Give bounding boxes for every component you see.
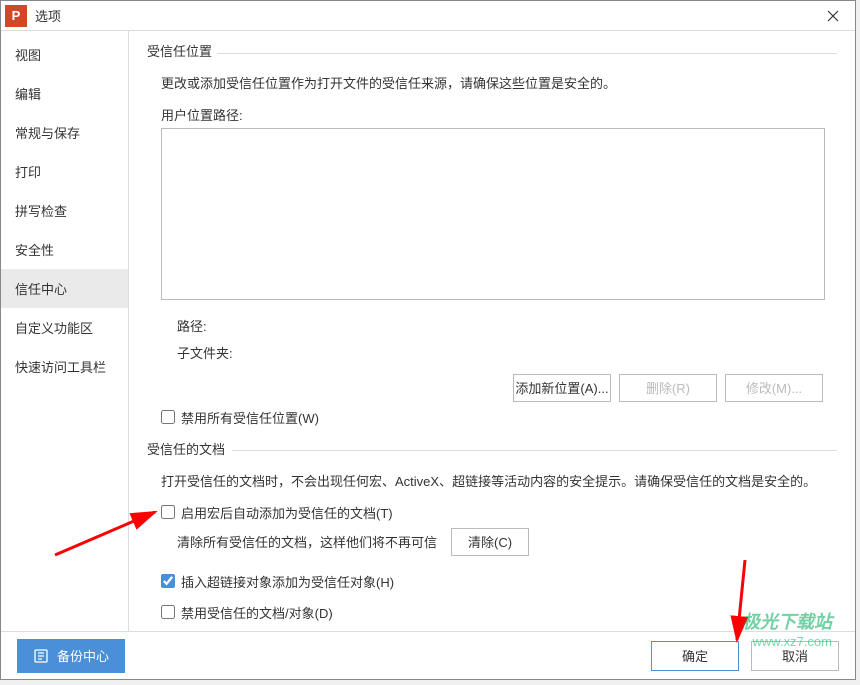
bottom-bar: 备份中心 确定 取消 [1, 631, 855, 679]
modify-button: 修改(M)... [725, 374, 823, 402]
app-icon: P [5, 5, 27, 27]
sidebar-item-view[interactable]: 视图 [1, 35, 128, 74]
disable-trusted-locations-checkbox[interactable] [161, 410, 175, 424]
close-icon [827, 10, 839, 22]
sidebar: 视图 编辑 常规与保存 打印 拼写检查 安全性 信任中心 自定义功能区 快速访问… [1, 31, 129, 631]
sidebar-item-trust-center[interactable]: 信任中心 [1, 269, 128, 308]
disable-trusted-doc-label[interactable]: 禁用受信任的文档/对象(D) [181, 603, 333, 622]
trusted-location-section-title: 受信任位置 [147, 41, 837, 64]
disable-trusted-locations-label[interactable]: 禁用所有受信任位置(W) [181, 408, 319, 427]
sidebar-item-custom-ribbon[interactable]: 自定义功能区 [1, 308, 128, 347]
clear-button[interactable]: 清除(C) [451, 528, 529, 556]
enable-macro-label[interactable]: 启用宏后自动添加为受信任的文档(T) [181, 503, 393, 522]
sidebar-item-print[interactable]: 打印 [1, 152, 128, 191]
subfolder-label: 子文件夹: [177, 339, 837, 366]
sidebar-item-general-save[interactable]: 常规与保存 [1, 113, 128, 152]
ok-button[interactable]: 确定 [651, 641, 739, 671]
trusted-doc-description: 打开受信任的文档时，不会出现任何宏、ActiveX、超链接等活动内容的安全提示。… [147, 462, 837, 497]
add-location-button[interactable]: 添加新位置(A)... [513, 374, 611, 402]
backup-center-label: 备份中心 [57, 646, 109, 665]
disable-trusted-doc-checkbox[interactable] [161, 605, 175, 619]
backup-icon [33, 648, 49, 664]
user-path-listbox[interactable] [161, 128, 825, 300]
titlebar: P 选项 [1, 1, 855, 31]
path-label: 路径: [177, 312, 837, 339]
trusted-location-description: 更改或添加受信任位置作为打开文件的受信任来源，请确保这些位置是安全的。 [147, 64, 837, 99]
user-path-label: 用户位置路径: [161, 105, 837, 124]
hyperlink-trust-checkbox[interactable] [161, 574, 175, 588]
clear-trusted-text: 清除所有受信任的文档，这样他们将不再可信 [177, 532, 437, 551]
main-panel: 受信任位置 更改或添加受信任位置作为打开文件的受信任来源，请确保这些位置是安全的… [129, 31, 855, 631]
sidebar-item-edit[interactable]: 编辑 [1, 74, 128, 113]
trusted-doc-section-title: 受信任的文档 [147, 439, 837, 462]
delete-button: 删除(R) [619, 374, 717, 402]
close-button[interactable] [811, 1, 855, 31]
sidebar-item-spellcheck[interactable]: 拼写检查 [1, 191, 128, 230]
hyperlink-trust-label[interactable]: 插入超链接对象添加为受信任对象(H) [181, 572, 394, 591]
backup-center-button[interactable]: 备份中心 [17, 639, 125, 673]
window-title: 选项 [35, 6, 61, 25]
cancel-button[interactable]: 取消 [751, 641, 839, 671]
enable-macro-checkbox[interactable] [161, 505, 175, 519]
sidebar-item-quick-access[interactable]: 快速访问工具栏 [1, 347, 128, 386]
sidebar-item-security[interactable]: 安全性 [1, 230, 128, 269]
